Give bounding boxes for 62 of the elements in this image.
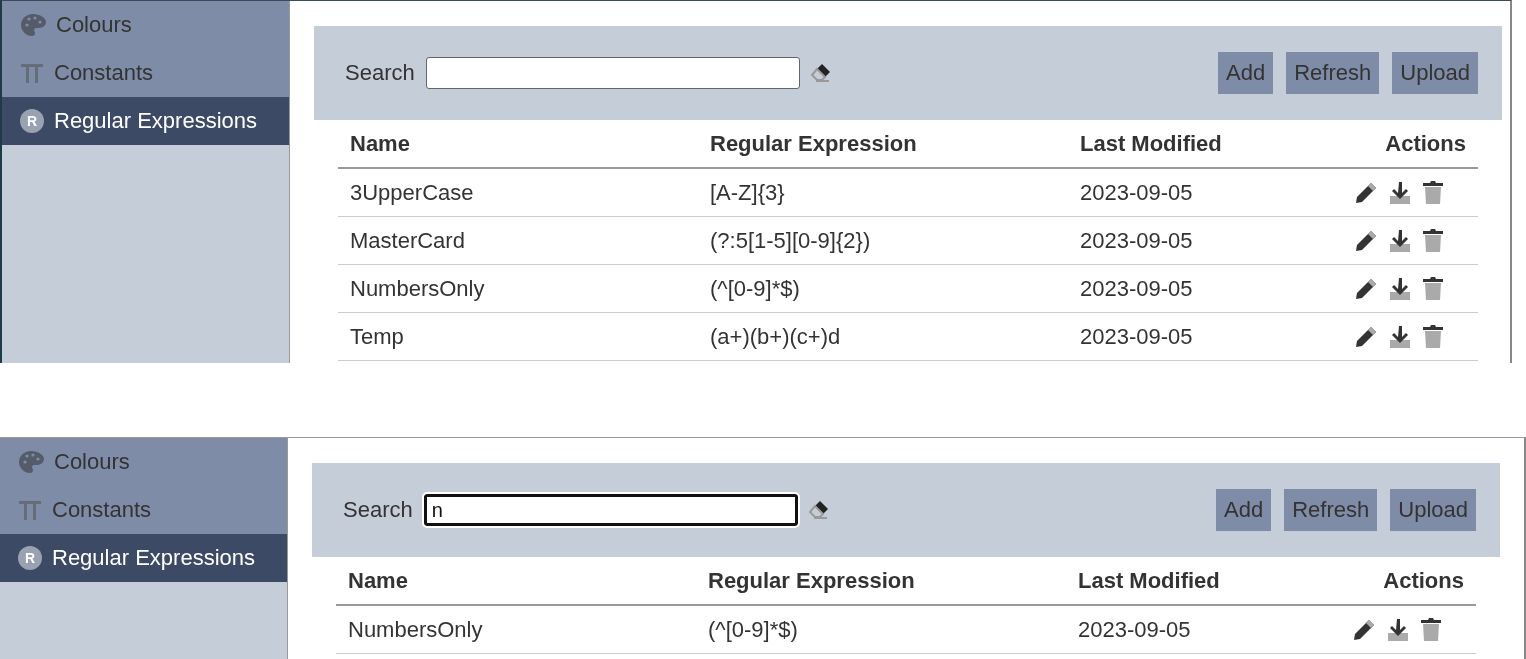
table-cell: (a+)(b+)(c+)d <box>710 323 841 349</box>
download-icon[interactable] <box>1388 228 1412 253</box>
sidebar-item[interactable]: Constants <box>2 49 289 97</box>
sidebar-item[interactable]: R Regular Expressions <box>0 534 287 582</box>
toolbar-button[interactable]: Upload <box>1390 489 1476 531</box>
pencil-icon[interactable] <box>1354 180 1378 205</box>
pi-icon <box>20 62 44 84</box>
column-header: Actions <box>1340 557 1476 605</box>
table-cell: 2023-09-05 <box>1080 179 1193 205</box>
pencil-icon[interactable] <box>1354 228 1378 253</box>
download-icon[interactable] <box>1388 324 1412 349</box>
table-cell: NumbersOnly <box>350 275 485 301</box>
column-header: Actions <box>1342 120 1478 168</box>
sidebar-item[interactable]: Constants <box>0 486 287 534</box>
table-cell: 2023-09-05 <box>1080 227 1193 253</box>
column-header: Name <box>336 557 696 605</box>
toolbar-button[interactable]: Add <box>1216 489 1272 531</box>
download-icon[interactable] <box>1386 617 1410 642</box>
trash-icon[interactable] <box>1422 180 1444 205</box>
column-header: Name <box>338 120 698 168</box>
column-header: Last Modified <box>1068 120 1342 168</box>
table-cell: (^[0-9]*$) <box>708 616 798 642</box>
eraser-icon[interactable] <box>806 500 831 520</box>
pencil-icon[interactable] <box>1352 617 1376 642</box>
table-cell: Temp <box>350 323 404 349</box>
sidebar-item[interactable]: Colours <box>0 438 287 486</box>
toolbar-button[interactable]: Upload <box>1392 52 1478 94</box>
toolbar-button[interactable]: Refresh <box>1286 52 1380 94</box>
table-cell: NumbersOnly <box>348 616 483 642</box>
palette-icon <box>18 449 44 475</box>
table-cell: 3UpperCase <box>350 179 474 205</box>
palette-icon <box>20 12 46 38</box>
pencil-icon[interactable] <box>1354 324 1378 349</box>
table-cell: 2023-09-05 <box>1078 616 1191 642</box>
pencil-icon[interactable] <box>1354 276 1378 301</box>
sidebar-item[interactable]: Colours <box>2 1 289 49</box>
download-icon[interactable] <box>1388 276 1412 301</box>
download-icon[interactable] <box>1388 180 1412 205</box>
table-cell: MasterCard <box>350 227 465 253</box>
table-cell: 2023-09-05 <box>1080 323 1193 349</box>
trash-icon[interactable] <box>1422 228 1444 253</box>
table-cell: (?:5[1-5][0-9]{2}) <box>710 227 871 253</box>
sidebar-item[interactable]: R Regular Expressions <box>2 97 289 145</box>
table-cell: (^[0-9]*$) <box>710 275 800 301</box>
table-cell: 2023-09-05 <box>1080 275 1193 301</box>
trash-icon[interactable] <box>1422 324 1444 349</box>
trash-icon[interactable] <box>1422 276 1444 301</box>
regex-icon: R <box>18 546 42 570</box>
search-label: Search <box>345 60 415 86</box>
regex-icon: R <box>20 109 44 133</box>
search-field[interactable] <box>425 57 800 89</box>
column-header: Regular Expression <box>696 557 1066 605</box>
search-field[interactable]: n <box>423 494 798 526</box>
trash-icon[interactable] <box>1420 617 1442 642</box>
pi-icon <box>18 499 42 521</box>
toolbar-button[interactable]: Refresh <box>1284 489 1378 531</box>
column-header: Regular Expression <box>698 120 1068 168</box>
toolbar-button[interactable]: Add <box>1218 52 1274 94</box>
eraser-icon[interactable] <box>808 63 833 83</box>
column-header: Last Modified <box>1066 557 1340 605</box>
search-label: Search <box>343 497 413 523</box>
table-cell: [A-Z]{3} <box>710 179 785 205</box>
